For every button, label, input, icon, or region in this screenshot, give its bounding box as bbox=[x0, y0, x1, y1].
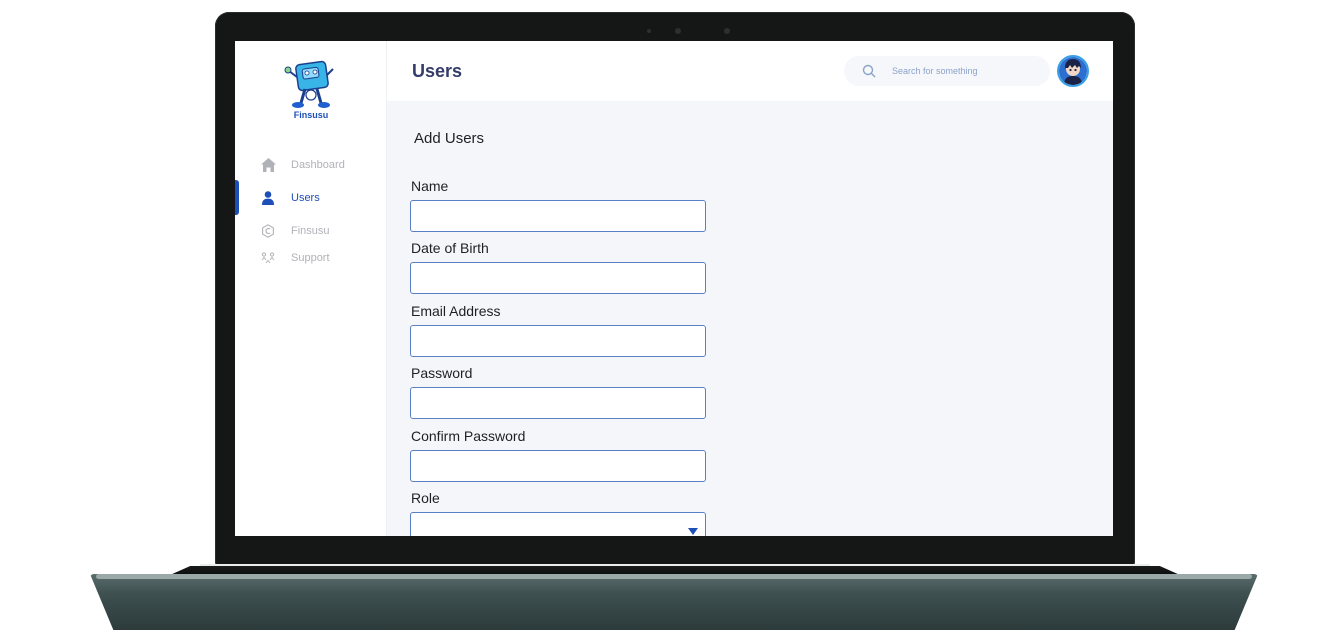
email-label: Email Address bbox=[411, 303, 501, 319]
sensor-dot bbox=[647, 29, 651, 33]
search-icon bbox=[862, 64, 876, 78]
name-label: Name bbox=[411, 178, 449, 194]
sidebar-item-label: Support bbox=[291, 252, 330, 264]
chevron-down-icon[interactable] bbox=[688, 528, 698, 535]
sensor-dot bbox=[724, 28, 730, 34]
role-label: Role bbox=[411, 490, 440, 506]
form-title: Add Users bbox=[414, 130, 485, 147]
confirm-password-field[interactable] bbox=[410, 450, 706, 482]
confirm-password-label: Confirm Password bbox=[411, 428, 526, 444]
sidebar-item-dashboard[interactable]: Dashboard bbox=[235, 154, 387, 176]
support-icon bbox=[260, 250, 276, 266]
app-screen: Finsusu Dashboard Users Finsusu Support bbox=[235, 41, 1113, 536]
sidebar-item-label: Finsusu bbox=[291, 225, 330, 237]
top-header: Users bbox=[387, 41, 1113, 101]
search-bar[interactable] bbox=[844, 56, 1050, 86]
sidebar-item-label: Dashboard bbox=[291, 159, 345, 171]
sidebar-item-support[interactable]: Support bbox=[235, 247, 387, 269]
webcam-icon bbox=[675, 28, 681, 34]
home-icon bbox=[260, 157, 276, 173]
password-field[interactable] bbox=[410, 387, 706, 419]
page-title: Users bbox=[412, 61, 463, 81]
role-select[interactable] bbox=[410, 512, 706, 536]
sidebar-item-finsusu[interactable]: Finsusu bbox=[235, 220, 387, 242]
user-icon bbox=[260, 190, 276, 206]
sidebar-item-users[interactable]: Users bbox=[235, 187, 387, 209]
date-of-birth-label: Date of Birth bbox=[411, 240, 489, 256]
brand-name: Finsusu bbox=[293, 110, 329, 120]
sidebar: Finsusu Dashboard Users Finsusu Support bbox=[235, 41, 387, 536]
password-label: Password bbox=[411, 365, 473, 381]
date-of-birth-field[interactable] bbox=[410, 262, 706, 294]
name-field[interactable] bbox=[410, 200, 706, 232]
camera-bar bbox=[215, 12, 1135, 40]
user-avatar[interactable] bbox=[1057, 55, 1089, 87]
laptop-base-edge bbox=[96, 574, 1252, 579]
email-field[interactable] bbox=[410, 325, 706, 357]
finsusu-icon bbox=[260, 223, 276, 239]
search-input[interactable] bbox=[890, 65, 1030, 77]
sidebar-item-label: Users bbox=[291, 192, 320, 204]
laptop-base bbox=[90, 574, 1258, 630]
